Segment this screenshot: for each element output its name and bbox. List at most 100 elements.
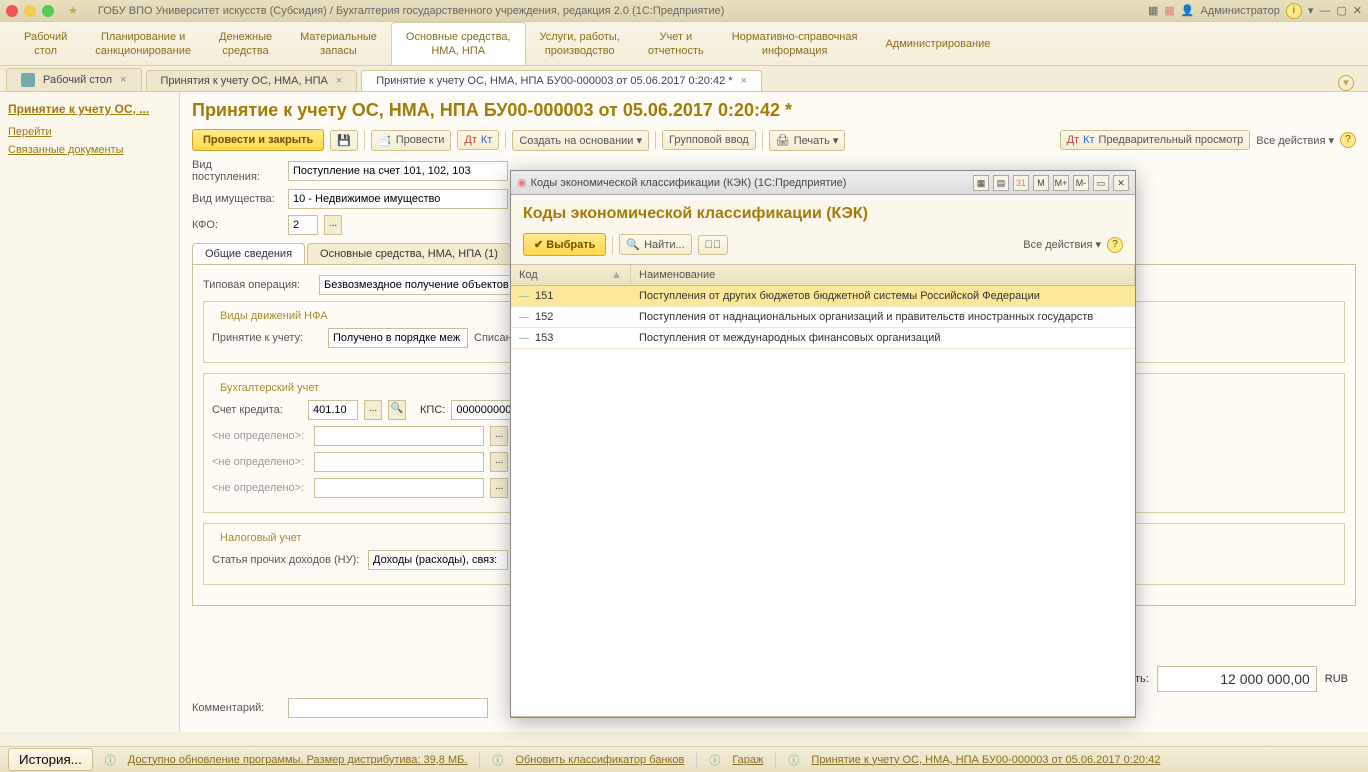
print-button[interactable]: 🖨 Печать ▾ [769, 130, 846, 151]
dropdown-icon[interactable]: ▾ [1308, 4, 1314, 17]
table-row[interactable]: — 153Поступления от международных финанс… [511, 328, 1135, 349]
status-doc-link[interactable]: Принятие к учету ОС, НМА, НПА БУ00-00000… [811, 754, 1160, 766]
save-button[interactable]: 💾 [330, 130, 358, 151]
input-undefined-3[interactable] [314, 478, 484, 498]
tab-desktop[interactable]: Рабочий стол × [6, 68, 142, 91]
menu-fixed-assets[interactable]: Основные средства,НМА, НПА [391, 22, 526, 65]
tab-list[interactable]: Принятия к учету ОС, НМА, НПА × [146, 70, 358, 91]
all-actions-link[interactable]: Все действия ▾ [1256, 134, 1334, 147]
dialog-close-icon[interactable]: ✕ [1113, 175, 1129, 191]
menu-cash[interactable]: Денежныесредства [205, 22, 286, 65]
maximize-icon[interactable]: ▢ [1336, 4, 1346, 17]
section-menubar: Рабочийстол Планирование исанкционирован… [0, 22, 1368, 66]
select-button[interactable]: ... [490, 426, 508, 446]
grid-icon[interactable]: ▦ [973, 175, 989, 191]
status-update-link[interactable]: Доступно обновление программы. Размер ди… [128, 754, 468, 766]
fieldset-nfa: Виды движений НФА [216, 310, 332, 322]
row-icon: — [519, 291, 529, 302]
maximize-dot[interactable] [42, 5, 54, 17]
help-icon[interactable]: ? [1107, 237, 1123, 253]
toolbar-icon[interactable]: ▦ [1148, 4, 1158, 17]
input-comment[interactable] [288, 698, 488, 718]
menu-materials[interactable]: Материальныезапасы [286, 22, 391, 65]
input-undefined-2[interactable] [314, 452, 484, 472]
window-controls: ★ ГОБУ ВПО Университет искусств (Субсиди… [6, 4, 724, 17]
input-undefined-1[interactable] [314, 426, 484, 446]
post-button[interactable]: 📑 Провести [371, 130, 451, 151]
preview-button[interactable]: ДтКт Предварительный просмотр [1060, 130, 1251, 150]
col-header-code[interactable]: Код ▲ [511, 265, 631, 285]
select-button[interactable]: ... [490, 452, 508, 472]
tab-close-icon[interactable]: × [120, 74, 126, 86]
search-icon[interactable]: 🔍 [388, 400, 406, 420]
window-titlebar: ★ ГОБУ ВПО Университет искусств (Субсиди… [0, 0, 1368, 22]
chevron-down-icon[interactable]: ▾ [1338, 75, 1354, 91]
calendar-icon[interactable]: ▦ [1164, 4, 1174, 17]
subtab-general[interactable]: Общие сведения [192, 243, 305, 264]
history-button[interactable]: История... [8, 748, 93, 771]
label-typical-op: Типовая операция: [203, 279, 313, 291]
menu-planning[interactable]: Планирование исанкционирование [81, 22, 205, 65]
subtab-assets[interactable]: Основные средства, НМА, НПА (1) [307, 243, 511, 264]
label-income-article: Статья прочих доходов (НУ): [212, 554, 362, 566]
tab-close-icon[interactable]: × [336, 75, 342, 87]
dialog-all-actions[interactable]: Все действия ▾ [1023, 238, 1101, 251]
label-undefined: <не определено>: [212, 482, 304, 494]
calendar-icon[interactable]: 31 [1013, 175, 1029, 191]
input-credit-account[interactable] [308, 400, 358, 420]
input-acceptance[interactable] [328, 328, 468, 348]
select-button[interactable]: ... [324, 215, 342, 235]
document-toolbar: Провести и закрыть 💾 📑 Провести ДтКт Соз… [192, 129, 1356, 151]
label-credit-account: Счет кредита: [212, 404, 302, 416]
tab-close-icon[interactable]: × [741, 75, 747, 87]
dialog-title: Коды экономической классификации (КЭК) (… [531, 177, 847, 189]
total-amount: 12 000 000,00 [1157, 666, 1317, 692]
input-income-article[interactable] [368, 550, 508, 570]
input-vid-im[interactable] [288, 189, 508, 209]
calc-icon[interactable]: ▤ [993, 175, 1009, 191]
help-icon[interactable]: ? [1340, 132, 1356, 148]
m-button[interactable]: M [1033, 175, 1049, 191]
dialog-heading: Коды экономической классификации (КЭК) [511, 195, 1135, 229]
sidepanel-link-related[interactable]: Связанные документы [8, 144, 171, 156]
m-minus-button[interactable]: M- [1073, 175, 1089, 191]
table-row[interactable]: — 151Поступления от других бюджетов бюдж… [511, 286, 1135, 307]
menu-desktop[interactable]: Рабочийстол [10, 22, 81, 65]
m-plus-button[interactable]: M+ [1053, 175, 1069, 191]
input-kfo[interactable] [288, 215, 318, 235]
find-button[interactable]: 🔍 Найти... [619, 234, 691, 255]
star-icon[interactable]: ★ [68, 4, 78, 17]
input-typical-op[interactable] [319, 275, 529, 295]
tab-document[interactable]: Принятие к учету ОС, НМА, НПА БУ00-00000… [361, 70, 762, 91]
menu-reference[interactable]: Нормативно-справочнаяинформация [718, 22, 872, 65]
help-icon[interactable]: i [1286, 3, 1302, 19]
menu-services[interactable]: Услуги, работы,производство [526, 22, 634, 65]
input-vid-post[interactable] [288, 161, 508, 181]
minimize-icon[interactable]: — [1319, 5, 1330, 17]
minimize-dot[interactable] [24, 5, 36, 17]
sidepanel-link-go[interactable]: Перейти [8, 126, 171, 138]
status-banks-link[interactable]: Обновить классификатор банков [515, 754, 684, 766]
close-dot[interactable] [6, 5, 18, 17]
select-button[interactable]: ... [490, 478, 508, 498]
label-vid-im: Вид имущества: [192, 193, 282, 205]
restore-icon[interactable]: ▭ [1093, 175, 1109, 191]
create-based-button[interactable]: Создать на основании ▾ [512, 130, 649, 151]
select-button[interactable]: ✔ Выбрать [523, 233, 606, 256]
user-icon: 👤 [1181, 4, 1195, 17]
group-input-button[interactable]: Групповой ввод [662, 130, 756, 150]
dtKt-button[interactable]: ДтКт [457, 130, 499, 150]
clear-find-button[interactable]: 🔍⃠ [698, 235, 729, 255]
fieldset-tax: Налоговый учет [216, 532, 306, 544]
post-and-close-button[interactable]: Провести и закрыть [192, 129, 324, 151]
total-currency: RUB [1325, 673, 1348, 685]
table-row[interactable]: — 152Поступления от наднациональных орга… [511, 307, 1135, 328]
col-header-name[interactable]: Наименование [631, 265, 1135, 285]
info-icon: ⓘ [492, 752, 503, 768]
close-icon[interactable]: ✕ [1353, 4, 1362, 17]
fieldset-accounting: Бухгалтерский учет [216, 382, 323, 394]
side-panel: Принятие к учету ОС, ... Перейти Связанн… [0, 92, 180, 732]
menu-admin[interactable]: Администрирование [871, 22, 1004, 65]
select-button[interactable]: ... [364, 400, 382, 420]
menu-accounting[interactable]: Учет иотчетность [634, 22, 718, 65]
